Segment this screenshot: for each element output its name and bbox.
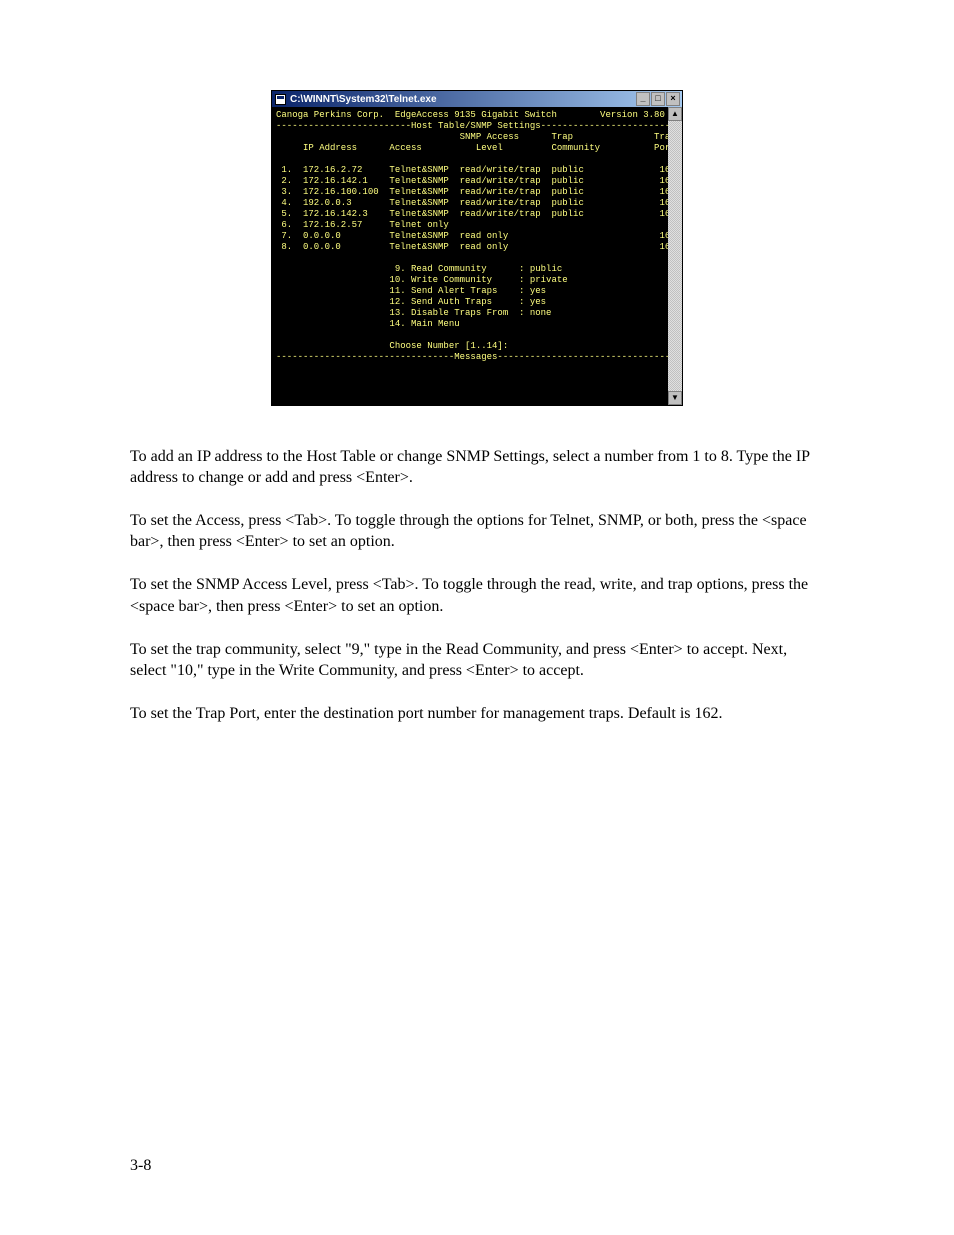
- paragraph: To add an IP address to the Host Table o…: [130, 446, 824, 488]
- terminal-content[interactable]: Canoga Perkins Corp. EdgeAccess 9135 Gig…: [272, 107, 668, 405]
- app-icon: [274, 93, 286, 105]
- close-button[interactable]: ×: [666, 92, 680, 106]
- scroll-down-button[interactable]: ▼: [668, 391, 682, 405]
- vertical-scrollbar[interactable]: ▲ ▼: [668, 107, 682, 405]
- scrollbar-track[interactable]: [668, 121, 682, 391]
- window-title: C:\WINNT\System32\Telnet.exe: [290, 94, 635, 105]
- document-body: To add an IP address to the Host Table o…: [130, 446, 824, 724]
- paragraph: To set the trap community, select "9," t…: [130, 639, 824, 681]
- paragraph: To set the SNMP Access Level, press <Tab…: [130, 574, 824, 616]
- page-number: 3-8: [130, 1157, 151, 1175]
- paragraph: To set the Access, press <Tab>. To toggl…: [130, 510, 824, 552]
- terminal-screenshot: C:\WINNT\System32\Telnet.exe _ □ × Canog…: [271, 90, 683, 406]
- minimize-button[interactable]: _: [636, 92, 650, 106]
- scroll-up-button[interactable]: ▲: [668, 107, 682, 121]
- paragraph: To set the Trap Port, enter the destinat…: [130, 703, 824, 724]
- window-frame: C:\WINNT\System32\Telnet.exe _ □ × Canog…: [271, 90, 683, 406]
- window-titlebar[interactable]: C:\WINNT\System32\Telnet.exe _ □ ×: [272, 91, 682, 107]
- maximize-button[interactable]: □: [651, 92, 665, 106]
